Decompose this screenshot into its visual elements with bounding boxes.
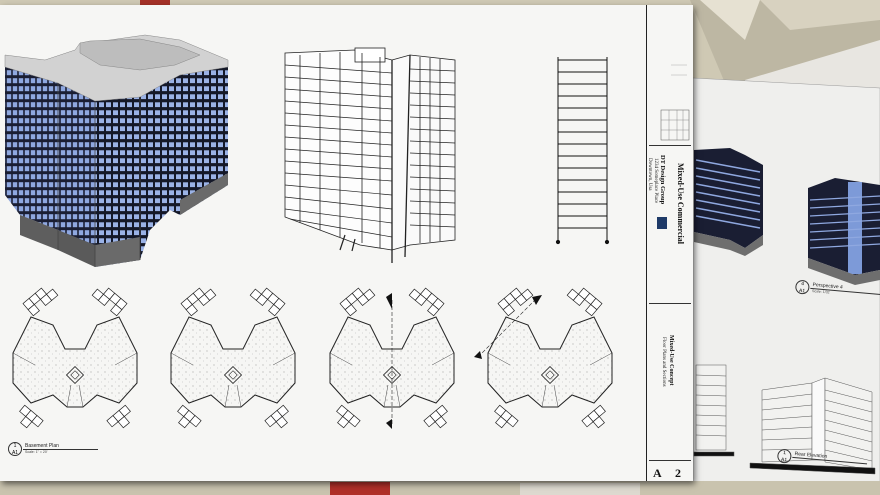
view-label-basement: 1 A1 Basement Plan Scale: 1" = 20' [8, 442, 98, 462]
bg-view-number-circle: 4 A1 [794, 279, 810, 295]
bg-tower-left [694, 148, 763, 256]
tower-3d-rendering [4, 34, 229, 267]
floor-plan-basement [12, 282, 138, 434]
bg-tower-right [808, 178, 880, 285]
floor-plan-level-4 [474, 282, 613, 434]
sheet-number: 2 [675, 466, 681, 480]
floor-plan-level-3 [329, 282, 455, 434]
bg-view-number-circle: 1 A1 [776, 448, 792, 464]
view-scale: Scale: 1" = 20' [25, 450, 48, 454]
floor-plan-level-2 [170, 282, 296, 434]
view-name: Basement Plan [25, 443, 59, 449]
bg-view-scale: Scale: 1/32 [811, 289, 830, 295]
view-number-circle: 1 A1 [8, 442, 22, 456]
tower-wireframe [284, 47, 456, 263]
building-section [555, 57, 610, 245]
drawing-sheet: 1 A1 Basement Plan Scale: 1" = 20' DT Des… [0, 5, 693, 481]
firm-address-line-1: 1234 Someplace Place [653, 158, 658, 204]
firm-address-line-2: Downtown, Usa [647, 158, 652, 191]
sheet-letter: A [653, 466, 662, 480]
sheet-title: Mixed-Use Concept [668, 335, 674, 386]
firm-logo-icon [657, 217, 667, 229]
title-block: DT Design Group 1234 Someplace Place Dow… [647, 5, 693, 481]
revision-table [660, 64, 690, 141]
project-name: Mixed-Use Commercial [676, 163, 685, 244]
firm-name: DT Design Group [659, 155, 666, 205]
sheet-subtitle: Floor Plans and Sections [661, 337, 666, 387]
drawing-area: 1 A1 Basement Plan Scale: 1" = 20' [0, 5, 647, 481]
